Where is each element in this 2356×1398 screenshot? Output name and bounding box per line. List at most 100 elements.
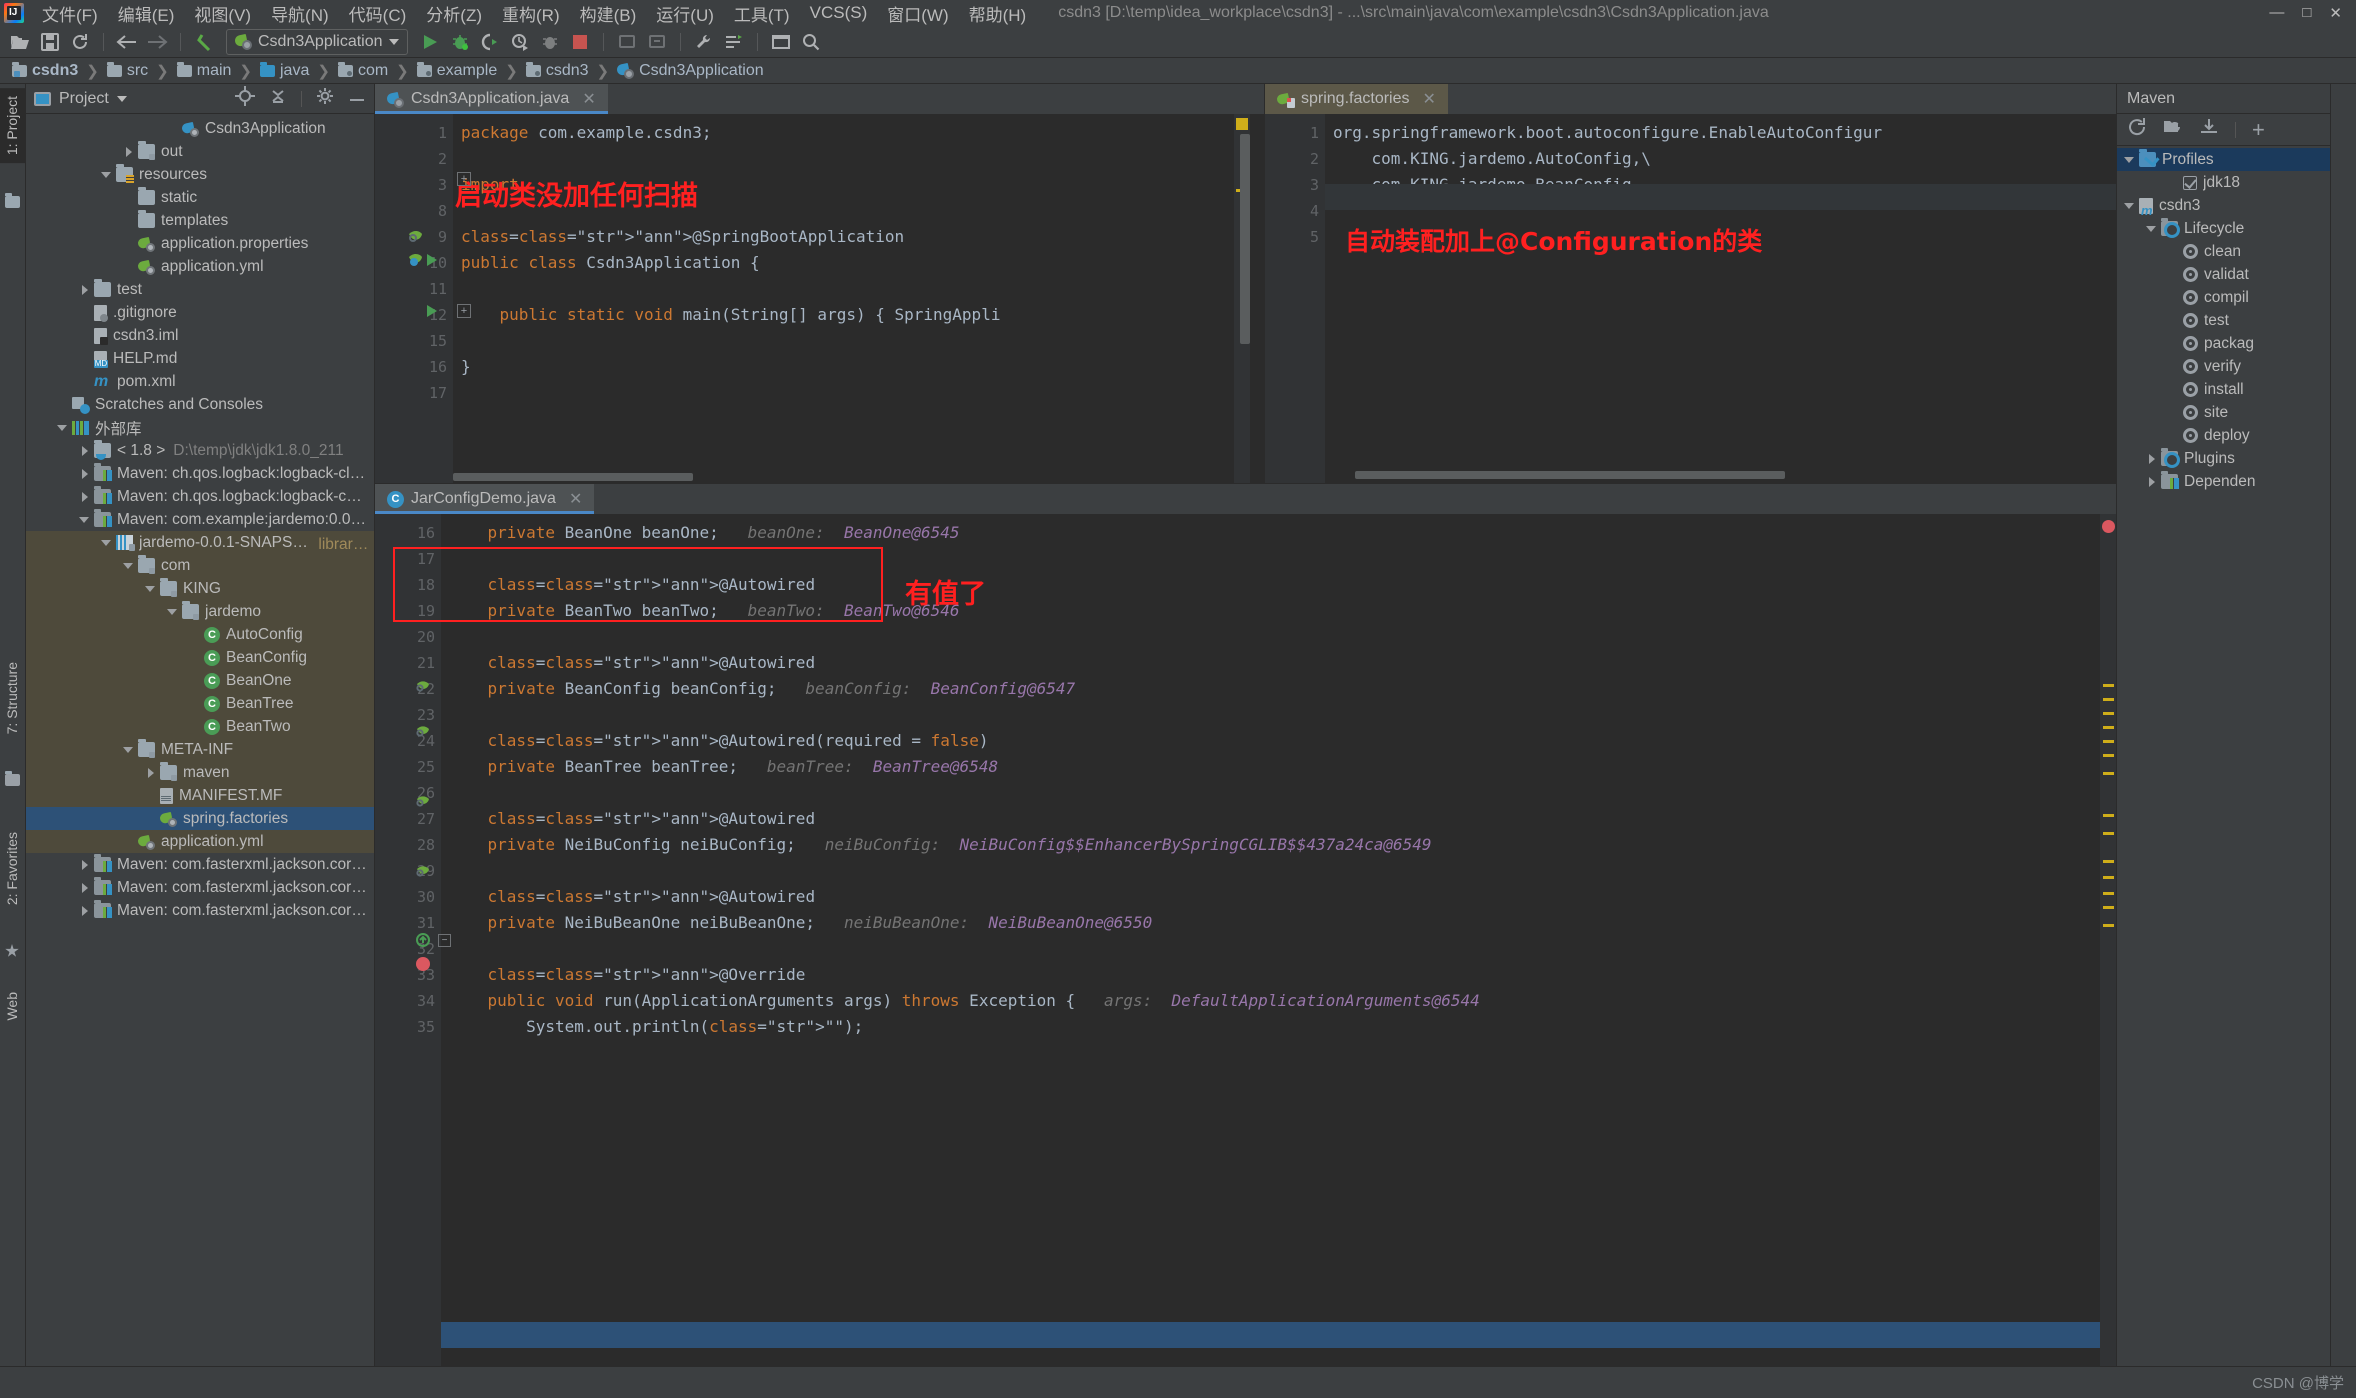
code-line[interactable]: private NeiBuConfig neiBuConfig; neiBuCo… — [441, 832, 2116, 858]
code-line[interactable] — [453, 276, 1264, 302]
code-line[interactable] — [441, 624, 2116, 650]
maven-tree-item[interactable]: deploy — [2117, 424, 2330, 447]
debug-icon[interactable] — [446, 29, 474, 55]
code-line[interactable]: class=class="str">"ann">@SpringBootAppli… — [453, 224, 1264, 250]
collapse-all-icon[interactable] — [269, 87, 287, 110]
code-line[interactable]: class=class="str">"ann">@Autowired — [441, 650, 2116, 676]
tree-item[interactable]: C AutoConfig — [26, 623, 374, 646]
code-content-left[interactable]: package com.example.csdn3; import class=cl… — [453, 114, 1264, 483]
maven-tree-item[interactable]: csdn3 — [2117, 194, 2330, 217]
expand-arrow-icon[interactable] — [78, 490, 92, 504]
tree-item[interactable]: C BeanTree — [26, 692, 374, 715]
fold-imports-icon[interactable]: + — [457, 172, 471, 186]
tree-item[interactable]: jardemo — [26, 600, 374, 623]
build-module-icon[interactable] — [643, 29, 671, 55]
tree-item[interactable]: Maven: com.example:jardemo:0.0.1-SNAP — [26, 508, 374, 531]
code-line[interactable]: class=class="str">"ann">@Autowired — [441, 884, 2116, 910]
breakpoint-icon[interactable] — [415, 956, 431, 977]
tab-csdn3application-java[interactable]: Csdn3Application.java ✕ — [375, 84, 608, 114]
tree-item[interactable]: com — [26, 554, 374, 577]
maven-tree-item[interactable]: verify — [2117, 355, 2330, 378]
expand-arrow-icon[interactable] — [78, 444, 92, 458]
code-line[interactable]: private BeanTree beanTree; beanTree: Bea… — [441, 754, 2116, 780]
expand-arrow-icon[interactable] — [78, 858, 92, 872]
tree-item[interactable]: out — [26, 140, 374, 163]
attach-debugger-icon[interactable] — [536, 29, 564, 55]
tree-item[interactable]: HELP.md — [26, 347, 374, 370]
code-line[interactable]: com.KING.jardemo.AutoConfig,\ — [1325, 146, 2116, 172]
spring-bean-gutter-icon-2[interactable] — [415, 724, 431, 745]
menu-file[interactable]: 文件(F) — [32, 0, 108, 28]
scroll-from-source-icon[interactable] — [235, 86, 255, 111]
tree-item[interactable]: C BeanConfig — [26, 646, 374, 669]
code-line[interactable] — [441, 936, 2116, 962]
code-line[interactable]: package com.example.csdn3; — [453, 120, 1264, 146]
tree-item[interactable]: Maven: com.fasterxml.jackson.core:jacksc — [26, 876, 374, 899]
tree-item[interactable]: Maven: com.fasterxml.jackson.core:jacksc — [26, 853, 374, 876]
tree-item[interactable]: application.yml — [26, 830, 374, 853]
expand-arrow-icon[interactable] — [78, 881, 92, 895]
tree-item[interactable]: csdn3.iml — [26, 324, 374, 347]
gear-icon[interactable] — [316, 87, 334, 110]
menu-edit[interactable]: 编辑(E) — [108, 0, 185, 28]
tree-item[interactable]: test — [26, 278, 374, 301]
code-line[interactable] — [441, 780, 2116, 806]
code-line[interactable]: public class Csdn3Application { — [453, 250, 1264, 276]
run-icon[interactable] — [416, 29, 444, 55]
horizontal-scrollbar-right[interactable] — [1355, 471, 1785, 479]
expand-arrow-icon[interactable] — [2145, 475, 2159, 489]
tree-item[interactable]: Maven: ch.qos.logback:logback-core:1.2.1 — [26, 485, 374, 508]
code-line[interactable] — [453, 380, 1264, 406]
maven-tree-item[interactable]: clean — [2117, 240, 2330, 263]
code-line[interactable]: public void run(ApplicationArguments arg… — [441, 988, 2116, 1014]
code-line[interactable]: public static void main(String[] args) {… — [453, 302, 1264, 328]
breadcrumb-item-example[interactable]: example — [415, 61, 499, 80]
breadcrumb-item-com[interactable]: com — [336, 61, 390, 80]
collapse-arrow-icon[interactable] — [2123, 199, 2137, 213]
collapse-arrow-icon[interactable] — [100, 536, 114, 550]
code-line[interactable]: private BeanTwo beanTwo; beanTwo: BeanTw… — [441, 598, 2116, 624]
code-line[interactable] — [1325, 198, 2116, 224]
tree-item[interactable]: Scratches and Consoles — [26, 393, 374, 416]
fold-expand-icon[interactable]: + — [457, 304, 471, 318]
vertical-scrollbar-left[interactable] — [1240, 134, 1250, 344]
breadcrumb-item-class[interactable]: Csdn3Application — [615, 62, 766, 80]
collapse-arrow-icon[interactable] — [100, 168, 114, 182]
code-line[interactable]: class=class="str">"ann">@Autowired — [441, 572, 2116, 598]
sidebar-item-favorites[interactable]: 2: Favorites — [0, 824, 25, 913]
collapse-arrow-icon[interactable] — [56, 421, 70, 435]
profiler-icon[interactable] — [506, 29, 534, 55]
expand-arrow-icon[interactable] — [78, 904, 92, 918]
tree-item[interactable]: spring.factories — [26, 807, 374, 830]
breadcrumb-item-main[interactable]: main — [175, 61, 234, 80]
tab-jarconfigdemo-java[interactable]: C JarConfigDemo.java ✕ — [375, 484, 595, 514]
close-icon[interactable]: ✕ — [582, 89, 595, 109]
minimize-button[interactable]: — — [2269, 4, 2284, 22]
code-line[interactable]: private NeiBuBeanOne neiBuBeanOne; neiBu… — [441, 910, 2116, 936]
tree-item[interactable]: < 1.8 > D:\temp\jdk\jdk1.8.0_211 — [26, 439, 374, 462]
menu-refactor[interactable]: 重构(R) — [492, 0, 570, 28]
code-line[interactable]: private BeanConfig beanConfig; beanConfi… — [441, 676, 2116, 702]
run-main-gutter-icon[interactable] — [425, 304, 439, 323]
spring-bean-gutter-icon[interactable] — [407, 228, 425, 246]
code-line[interactable] — [453, 328, 1264, 354]
code-content-bottom[interactable]: private BeanOne beanOne; beanOne: BeanOn… — [441, 514, 2116, 1366]
menu-view[interactable]: 视图(V) — [184, 0, 261, 28]
chevron-down-icon[interactable] — [116, 95, 127, 102]
code-line[interactable]: System.out.println(class="str">""); — [441, 1014, 2116, 1040]
maven-tree-item[interactable]: jdk18 — [2117, 171, 2330, 194]
tree-item[interactable]: C BeanTwo — [26, 715, 374, 738]
code-line[interactable] — [453, 146, 1264, 172]
menu-run[interactable]: 运行(U) — [646, 0, 724, 28]
code-line[interactable]: class=class="str">"ann">@Autowired(requi… — [441, 728, 2116, 754]
menu-vcs[interactable]: VCS(S) — [800, 1, 878, 25]
code-line[interactable] — [441, 702, 2116, 728]
collapse-arrow-icon[interactable] — [122, 559, 136, 573]
maven-tree-item[interactable]: Profiles — [2117, 148, 2330, 171]
tree-item[interactable]: MANIFEST.MF — [26, 784, 374, 807]
code-line[interactable] — [441, 858, 2116, 884]
settings-wrench-icon[interactable] — [690, 29, 718, 55]
tab-spring-factories[interactable]: spring.factories ✕ — [1265, 84, 1448, 114]
sidebar-item-project[interactable]: 1: Project — [0, 88, 25, 164]
menu-code[interactable]: 代码(C) — [339, 0, 417, 28]
